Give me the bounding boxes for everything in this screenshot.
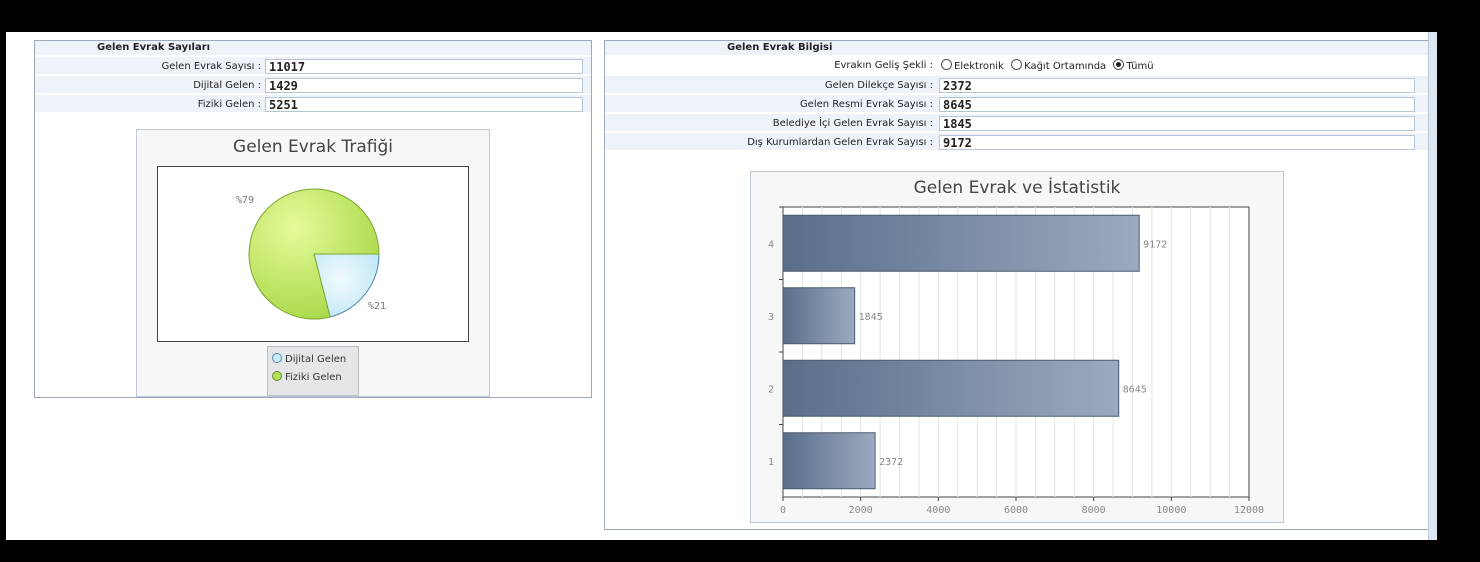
- x-tick-label: 6000: [1004, 505, 1028, 516]
- x-tick-label: 12000: [1234, 505, 1264, 516]
- official-document-field[interactable]: 8645: [939, 97, 1415, 112]
- internal-document-label: Belediye İçi Gelen Evrak Sayısı :: [772, 118, 933, 129]
- scrollbar-strip[interactable]: [1428, 32, 1437, 540]
- petition-count-label: Gelen Dilekçe Sayısı :: [824, 80, 933, 91]
- x-tick-label: 0: [780, 505, 786, 516]
- incoming-info-panel: Gelen Evrak Bilgisi Evrakın Geliş Şekli …: [604, 40, 1430, 530]
- radio-label: Kağıt Ortamında: [1024, 61, 1107, 72]
- digital-incoming-field[interactable]: 1429: [265, 78, 583, 93]
- radio-electronic[interactable]: Elektronik: [937, 59, 1004, 72]
- x-tick-label: 10000: [1156, 505, 1186, 516]
- panel-title: Gelen Evrak Sayıları: [97, 42, 211, 53]
- external-document-label: Dış Kurumlardan Gelen Evrak Sayısı :: [747, 137, 933, 148]
- radio-all[interactable]: Tümü: [1109, 59, 1154, 72]
- radio-circle-selected[interactable]: [1113, 59, 1125, 70]
- legend-label: Fiziki Gelen: [285, 372, 342, 383]
- x-tick-label: 4000: [926, 505, 950, 516]
- legend-swatch-fiziki: [272, 371, 282, 381]
- bar-chart: Gelen Evrak ve İstatistik 0 2000 4000 6000 8…: [750, 171, 1284, 523]
- bar-3: [782, 287, 856, 345]
- legend-swatch-dijital: [272, 353, 282, 363]
- radio-circle[interactable]: [1011, 59, 1023, 70]
- radio-circle[interactable]: [941, 59, 952, 70]
- delivery-type-radio-group: Elektronik Kağıt Ortamında Tümü: [937, 59, 1154, 72]
- physical-incoming-label: Fiziki Gelen :: [197, 99, 261, 110]
- radio-label: Tümü: [1126, 61, 1154, 72]
- official-document-label: Gelen Resmi Evrak Sayısı :: [799, 99, 933, 110]
- internal-document-field[interactable]: 1845: [939, 116, 1415, 131]
- pie-chart-title: Gelen Evrak Trafiği: [233, 137, 393, 157]
- radio-paper[interactable]: Kağıt Ortamında: [1007, 59, 1107, 72]
- petition-count-field[interactable]: 2372: [939, 78, 1415, 93]
- total-incoming-label: Gelen Evrak Sayısı :: [161, 61, 261, 72]
- external-document-field[interactable]: 9172: [939, 135, 1415, 150]
- bar-1: [782, 432, 876, 490]
- bar-value-label: 8645: [1123, 384, 1147, 395]
- bar-value-label: 2372: [879, 457, 903, 468]
- bar-2: [782, 359, 1120, 417]
- digital-incoming-label: Dijital Gelen :: [193, 80, 261, 91]
- pie-plot-area: %79 %21: [157, 166, 469, 342]
- y-category-label: 4: [768, 239, 774, 250]
- x-tick-label: 2000: [849, 505, 873, 516]
- radio-label: Elektronik: [954, 61, 1004, 72]
- pie-chart: Gelen Evrak Trafiği %79 %21 Dijital Gele…: [136, 129, 490, 397]
- panel-title: Gelen Evrak Bilgisi: [727, 42, 833, 53]
- pie-svg: %79 %21: [236, 188, 386, 320]
- legend-label: Dijital Gelen: [285, 354, 347, 365]
- y-category-label: 1: [768, 457, 774, 468]
- bar-chart-svg: 0 2000 4000 6000 8000 10000 12000 1 2372 2 8645 3 18…: [768, 206, 1264, 516]
- legend-item-fiziki: Fiziki Gelen: [272, 371, 342, 383]
- y-category-label: 3: [768, 312, 774, 323]
- bar-4: [782, 214, 1140, 272]
- delivery-type-row: Evrakın Geliş Şekli : Elektronik Kağıt O…: [605, 57, 1429, 74]
- bar-value-label: 1845: [859, 312, 883, 323]
- total-incoming-field[interactable]: 11017: [265, 59, 583, 74]
- pie-slice-label-dijital: %21: [368, 301, 386, 312]
- pie-slices: [248, 188, 380, 320]
- pie-slice-label-fiziki: %79: [236, 195, 254, 206]
- legend-item-dijital: Dijital Gelen: [272, 353, 346, 365]
- physical-incoming-field[interactable]: 5251: [265, 97, 583, 112]
- application-window: Gelen Evrak Sayıları Gelen Evrak Sayısı …: [6, 32, 1434, 540]
- delivery-type-label: Evrakın Geliş Şekli :: [834, 60, 933, 71]
- bar-value-label: 9172: [1143, 239, 1167, 250]
- y-category-label: 2: [768, 384, 774, 395]
- pie-legend: Dijital Gelen Fiziki Gelen: [267, 346, 359, 396]
- incoming-counts-panel: Gelen Evrak Sayıları Gelen Evrak Sayısı …: [34, 40, 592, 398]
- x-tick-label: 8000: [1082, 505, 1106, 516]
